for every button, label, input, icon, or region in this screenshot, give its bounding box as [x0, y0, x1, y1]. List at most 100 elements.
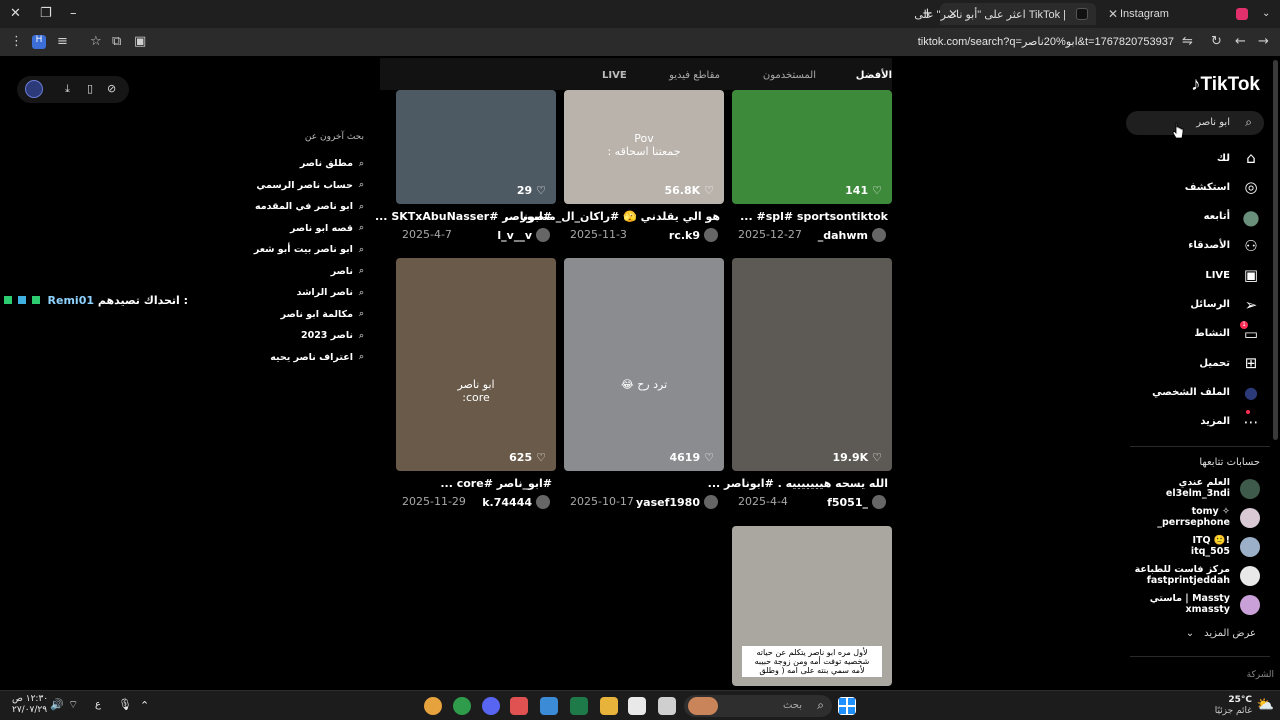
windows-start-icon[interactable] [838, 697, 856, 715]
video-author[interactable]: rc.k9 [669, 228, 718, 242]
related-search-item[interactable]: مكالمة ابو ناصر ⌕ [281, 309, 364, 320]
chrome-icon[interactable] [540, 697, 558, 715]
forward-icon[interactable]: → [1258, 34, 1269, 49]
video-caption[interactable]: spl# sportsontiktok# ... [740, 210, 888, 223]
site-info-icon[interactable]: ⇋ [1182, 34, 1193, 49]
tab-top[interactable]: الأفضل [856, 70, 892, 81]
video-thumbnail[interactable] [732, 258, 892, 471]
video-author[interactable]: _dahwm [818, 228, 886, 242]
search-box[interactable]: ابو ناصر ⌕ [1126, 111, 1264, 135]
related-search-item[interactable]: اعتراف ناصر يحيه ⌕ [270, 352, 364, 363]
weather-widget[interactable]: 25°C غائم جزئيًا ⛅ [1196, 694, 1276, 718]
scrollbar[interactable] [1273, 60, 1278, 440]
nav-item[interactable]: الأصدقاء ⚇ [1188, 236, 1260, 256]
video-thumbnail[interactable] [396, 258, 556, 471]
tiktok-logo[interactable]: ♪TikTok [1191, 74, 1260, 96]
video-author[interactable]: yasef1980 [636, 495, 718, 509]
see-more-button[interactable]: ⌄ عرض المزيد [1186, 628, 1256, 639]
nav-item[interactable]: استكشف ◎ [1185, 177, 1260, 197]
clock-time[interactable]: ١٢:٣٠ ص [12, 694, 48, 704]
related-search-item[interactable]: قصه ابو ناصر ⌕ [290, 223, 364, 234]
nav-item[interactable]: تحميل ⊞ [1199, 353, 1260, 373]
chrome-icon[interactable] [424, 697, 442, 715]
nav-item[interactable]: أتابعه ● [1204, 205, 1260, 229]
task-view-icon[interactable] [658, 697, 676, 715]
tab-videos[interactable]: مقاطع فيديو [669, 70, 720, 81]
weather-cloud-icon: ⛅ [1256, 697, 1274, 713]
nav-item[interactable]: الملف الشخصي ● [1152, 382, 1260, 402]
app-icon[interactable] [570, 697, 588, 715]
compass-icon[interactable]: ⊘ [107, 82, 116, 95]
video-overlay-text: Pov جمعتنا اسحاقه : [607, 132, 681, 158]
search-icon[interactable]: ⌕ [1245, 115, 1252, 130]
tiktok-favicon-icon [1076, 8, 1088, 20]
video-caption[interactable]: #ابو_ناصر #core ... [440, 477, 552, 490]
screenshot-icon[interactable]: ▣ [134, 34, 146, 49]
video-author[interactable]: f5051_ [827, 495, 886, 509]
tab-instagram[interactable]: ✕ Instagram [1100, 3, 1256, 25]
followed-account[interactable]: ITQ 🙂! itq_505 [1110, 535, 1260, 559]
share-icon[interactable]: ⧉ [112, 34, 121, 49]
back-icon[interactable]: ← [1235, 34, 1246, 49]
tab-tiktok[interactable]: ✕ اعثر على "أبو ناصر" على TikTok | [914, 3, 1096, 25]
search-icon: ⌕ [358, 244, 364, 255]
nav-item[interactable]: الرسائل ➢ [1190, 295, 1260, 315]
video-likes: 19.9K ♡ [832, 451, 882, 464]
restore-window-icon[interactable]: ❐ [40, 6, 52, 21]
minimize-window-icon[interactable]: – [70, 6, 77, 21]
related-search-item[interactable]: مطلق ناصر ⌕ [300, 158, 364, 169]
nav-item[interactable]: LIVE ▣ [1205, 265, 1260, 285]
device-icon[interactable]: ▯ [87, 82, 93, 95]
file-explorer-icon[interactable] [600, 697, 618, 715]
close-icon[interactable]: ✕ [1108, 7, 1118, 21]
new-tab-button[interactable]: + [922, 6, 933, 21]
tab-search-icon[interactable]: ⌄ [1262, 8, 1270, 19]
discord-icon[interactable] [482, 697, 500, 715]
likes-count: 141 [845, 184, 869, 197]
language-indicator[interactable]: ع [95, 699, 101, 710]
speaker-icon[interactable]: 🔊 [50, 698, 64, 711]
url-field[interactable]: tiktok.com/search?q=ابو%20ناصر&t=1767820… [918, 35, 1174, 48]
related-search-item[interactable]: ناصر ⌕ [331, 266, 364, 277]
followed-account[interactable]: tomy ✧ _perrsephone [1110, 506, 1260, 530]
bookmark-star-icon[interactable]: ☆ [90, 34, 102, 49]
store-icon[interactable] [628, 697, 646, 715]
followed-account[interactable]: العلم عندي el3elm_3ndi [1110, 477, 1260, 501]
tab-live[interactable]: LIVE [602, 70, 627, 81]
sidebar-icon[interactable]: ≡ [57, 34, 68, 49]
related-search-label: ناصر الراشد [296, 287, 353, 298]
company-link[interactable]: الشركة [1247, 670, 1274, 680]
close-window-icon[interactable]: ✕ [10, 6, 21, 21]
nav-item[interactable]: النشاط ▭ 1 [1194, 320, 1260, 344]
related-search-item[interactable]: ابو ناصر بيت أبو شعر ⌕ [254, 244, 364, 255]
related-search-item[interactable]: ابو ناصر في المقدمه ⌕ [255, 201, 364, 212]
menu-icon[interactable]: ⋮ [10, 34, 23, 49]
search-icon: ⌕ [358, 223, 364, 233]
nav-item[interactable]: المزيد ⋯ [1200, 409, 1260, 432]
video-caption[interactable]: الله يسحه هيييييييه . #ابوناصر ... [708, 477, 888, 490]
related-search-item[interactable]: حساب ناصر الرسمي ⌕ [256, 180, 364, 191]
video-caption[interactable]: #ابوناصر #SKTxAbuNasser ... [375, 210, 552, 223]
video-author[interactable]: k.74444 [482, 495, 550, 509]
wifi-icon[interactable]: ⌔ [68, 698, 78, 712]
tab-users[interactable]: المستخدمون [763, 70, 816, 81]
app-icon[interactable] [510, 697, 528, 715]
followed-account[interactable]: مركز فاست للطباعة fastprintjeddah [1110, 564, 1260, 588]
chevron-up-icon[interactable]: ⌃ [140, 699, 149, 712]
followed-account[interactable]: ماستي | Massty xmassty [1110, 593, 1260, 617]
chrome-icon[interactable] [453, 697, 471, 715]
profile-avatar-icon[interactable] [25, 80, 43, 98]
reload-icon[interactable]: ↻ [1211, 34, 1222, 49]
microphone-icon[interactable]: 🎙 [118, 698, 132, 711]
nav-item[interactable]: لك ⌂ [1217, 148, 1260, 168]
related-search-item[interactable]: ناصر 2023 ⌕ [301, 330, 364, 341]
extension-icon[interactable]: H [32, 35, 46, 49]
video-author[interactable]: l_v__v [497, 228, 550, 242]
related-search-label: حساب ناصر الرسمي [256, 179, 353, 191]
download-icon[interactable]: ⤓ [65, 82, 70, 96]
related-search-item[interactable]: ناصر الراشد ⌕ [297, 287, 364, 298]
video-thumbnail[interactable] [564, 258, 724, 471]
taskbar-search[interactable]: بحث ⌕ [684, 695, 832, 717]
clock-date[interactable]: ٢٧/٠٧/٢٩ [12, 705, 47, 715]
search-input[interactable]: ابو ناصر [1196, 117, 1230, 128]
